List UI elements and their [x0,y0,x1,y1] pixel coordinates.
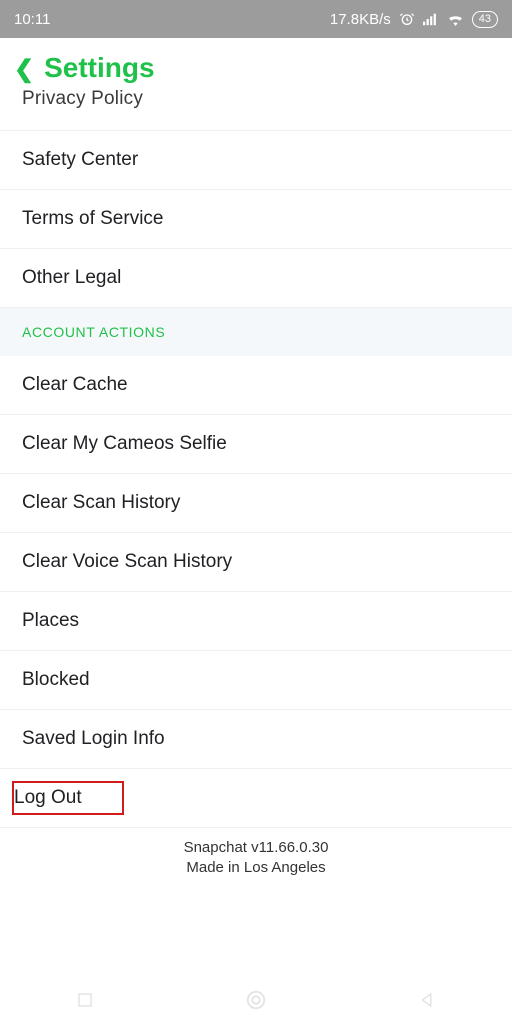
settings-row-safety-center[interactable]: Safety Center [0,131,512,190]
section-header-account-actions: ACCOUNT ACTIONS [0,308,512,356]
nav-back-icon[interactable] [418,991,436,1009]
app-origin: Made in Los Angeles [0,858,512,878]
app-footer: Snapchat v11.66.0.30 Made in Los Angeles [0,828,512,883]
back-icon[interactable]: ❮ [14,55,34,84]
settings-row-terms-of-service[interactable]: Terms of Service [0,190,512,249]
nav-home-icon[interactable] [245,989,267,1011]
signal-icon [423,12,439,26]
alarm-icon [399,11,415,27]
page-title: Settings [44,52,154,84]
android-nav-bar [0,976,512,1024]
settings-list: Privacy Policy Safety Center Terms of Se… [0,94,512,883]
settings-row-log-out[interactable]: Log Out [0,769,512,828]
settings-row-blocked[interactable]: Blocked [0,651,512,710]
nav-recent-icon[interactable] [76,991,94,1009]
status-bar: 10:11 17.8KB/s 43 [0,0,512,38]
settings-row-privacy-policy[interactable]: Privacy Policy [0,94,512,131]
status-time: 10:11 [14,11,50,28]
app-version: Snapchat v11.66.0.30 [0,838,512,858]
settings-row-clear-cache[interactable]: Clear Cache [0,356,512,415]
settings-row-clear-voice-scan-history[interactable]: Clear Voice Scan History [0,533,512,592]
battery-icon: 43 [472,11,498,28]
status-net-speed: 17.8KB/s [330,11,391,28]
settings-header: ❮ Settings [0,38,512,94]
settings-row-saved-login-info[interactable]: Saved Login Info [0,710,512,769]
settings-row-clear-cameos-selfie[interactable]: Clear My Cameos Selfie [0,415,512,474]
settings-row-places[interactable]: Places [0,592,512,651]
wifi-icon [447,13,464,26]
log-out-highlight: Log Out [12,781,124,815]
settings-row-clear-scan-history[interactable]: Clear Scan History [0,474,512,533]
settings-row-other-legal[interactable]: Other Legal [0,249,512,308]
